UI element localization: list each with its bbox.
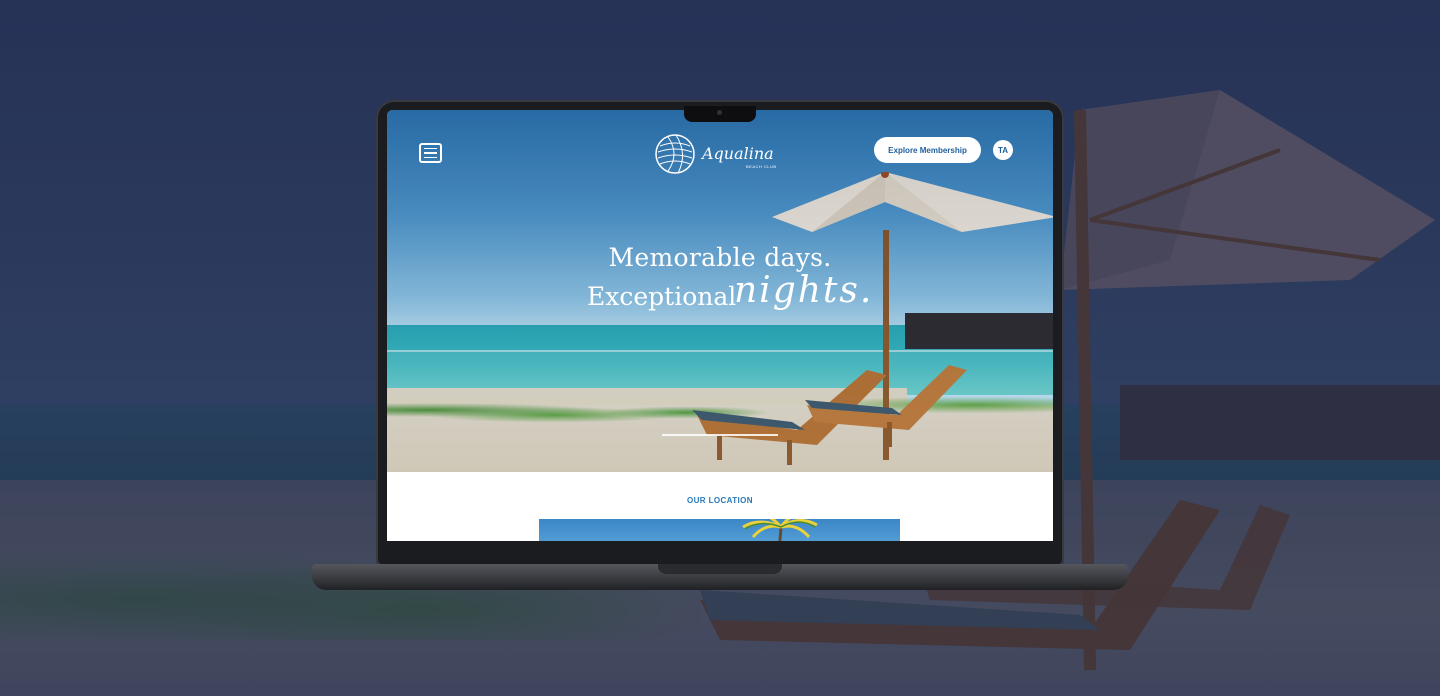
explore-membership-button[interactable]: Explore Membership bbox=[874, 137, 981, 163]
hero-slider-indicator[interactable] bbox=[662, 434, 778, 436]
hero-headline-script: nights. bbox=[734, 270, 874, 311]
hero-section: Aqualina BEACH CLUB Explore Membership T… bbox=[387, 110, 1053, 472]
aqualina-logo[interactable]: Aqualina BEACH CLUB bbox=[654, 132, 789, 176]
camera-icon bbox=[717, 110, 722, 115]
hero-headline-line2: Exceptional bbox=[587, 282, 737, 311]
palm-tree-image bbox=[742, 519, 818, 541]
menu-line bbox=[424, 152, 437, 154]
laptop-opening-groove bbox=[658, 564, 782, 574]
menu-line bbox=[424, 147, 437, 150]
location-section-label: OUR LOCATION bbox=[687, 496, 753, 505]
hamburger-menu-icon[interactable] bbox=[419, 143, 442, 163]
logo-wordmark: Aqualina bbox=[700, 144, 774, 163]
laptop-screen: Aqualina BEACH CLUB Explore Membership T… bbox=[387, 110, 1053, 541]
language-toggle-button[interactable]: TA bbox=[993, 140, 1013, 160]
logo-tagline: BEACH CLUB bbox=[746, 164, 777, 169]
hero-headline-line1: Memorable days. bbox=[608, 243, 832, 272]
location-image bbox=[539, 519, 900, 541]
menu-line bbox=[424, 156, 437, 159]
